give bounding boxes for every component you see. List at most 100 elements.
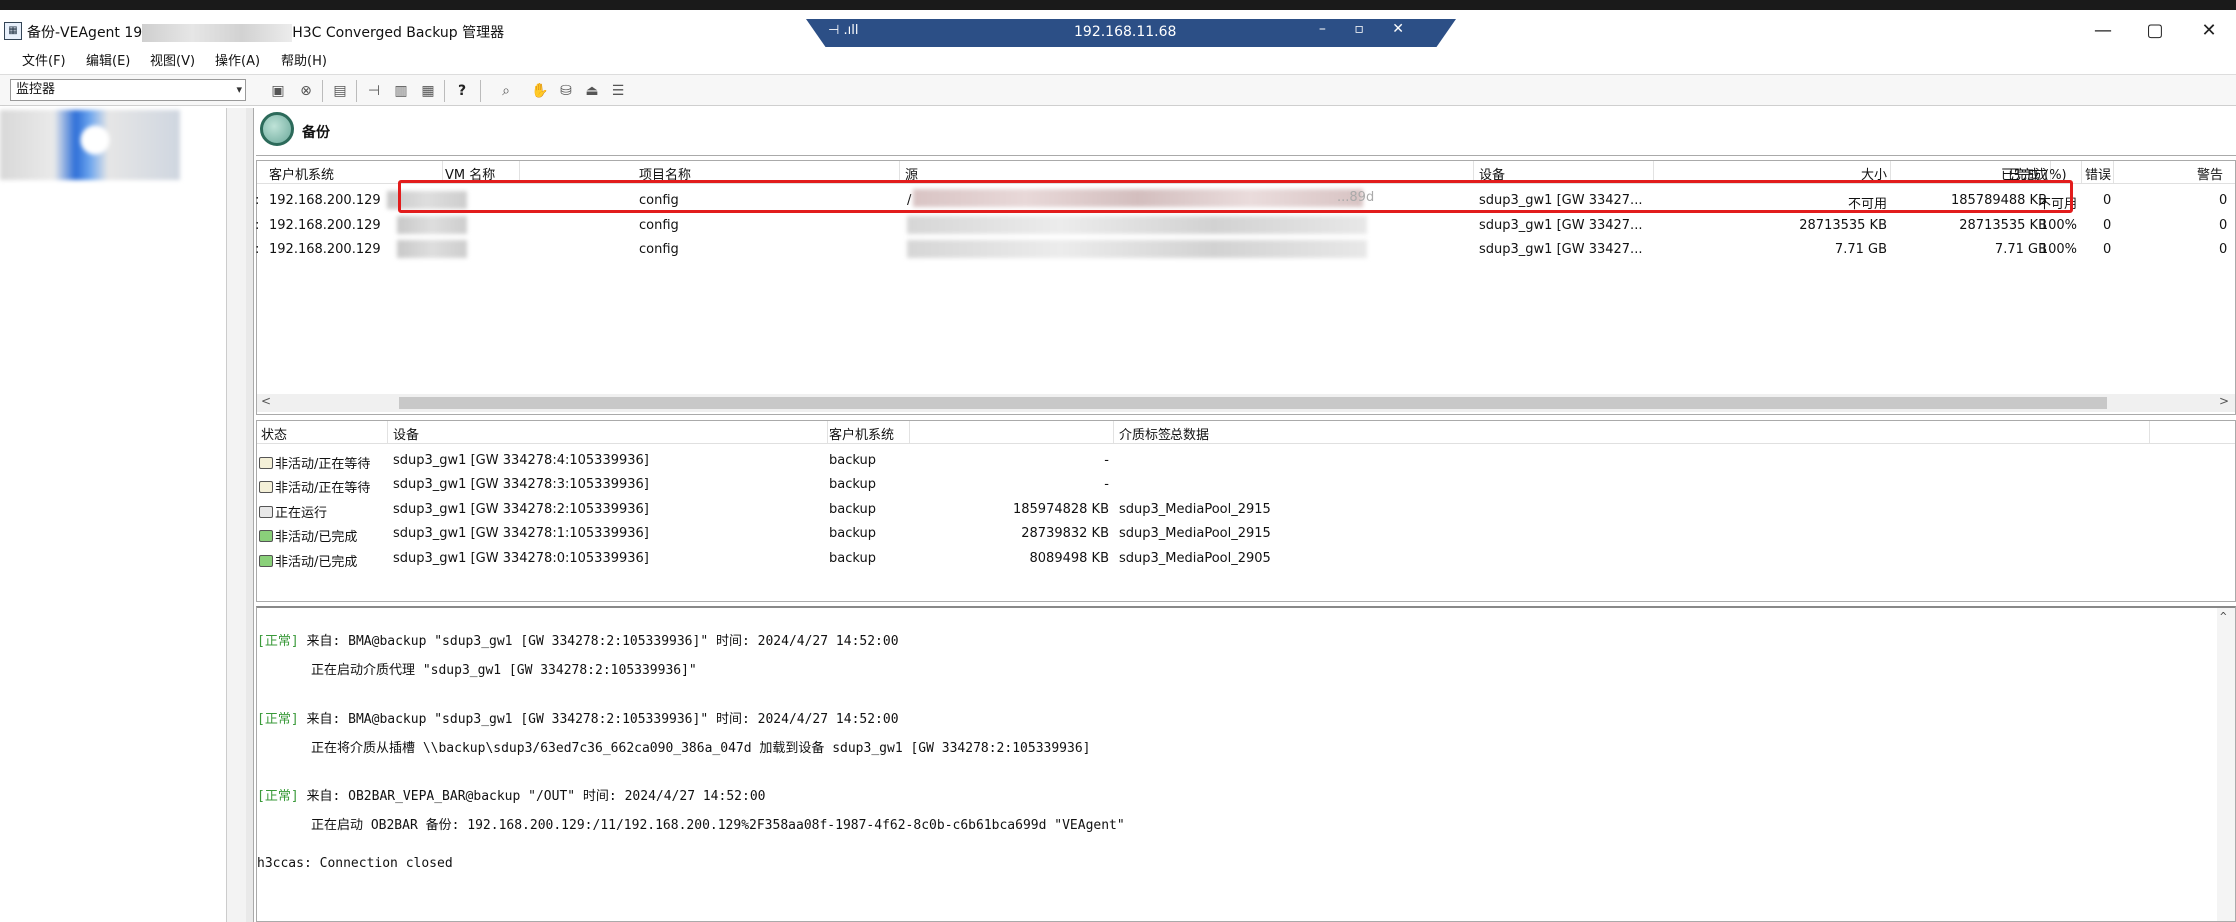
column-divider[interactable] <box>909 421 910 443</box>
column-header-client[interactable]: 客户机系统 <box>269 164 334 183</box>
log-source: 来自: BMA@backup "sdup3_gw1 [GW 334278:2:1… <box>298 634 899 649</box>
signal-icon[interactable]: ⊣ .ıll <box>828 23 858 38</box>
device-status[interactable]: 正在运行 <box>259 502 327 521</box>
source-redacted <box>907 240 1367 258</box>
pane-splitter[interactable] <box>246 108 254 922</box>
device-status-label: 非活动/已完成 <box>275 530 358 545</box>
maximize-button[interactable]: ▢ <box>2132 18 2178 44</box>
device-client[interactable]: backup <box>829 502 876 517</box>
session-warnings[interactable]: 0 <box>2219 242 2227 257</box>
device-media-label[interactable]: sdup3_MediaPool_2915 <box>1119 526 1271 541</box>
minimize-button[interactable]: — <box>2080 18 2126 44</box>
scroll-up-icon[interactable]: ^ <box>2220 610 2227 623</box>
session-warnings[interactable]: 0 <box>2219 218 2227 233</box>
column-header-media-label[interactable]: 介质标签 <box>1119 424 1171 443</box>
menu-actions[interactable]: 操作(A) <box>215 50 260 69</box>
device-media-label[interactable]: sdup3_MediaPool_2905 <box>1119 551 1271 566</box>
hand-icon[interactable]: ✋ <box>530 81 550 101</box>
column-header-errors[interactable]: 错误 <box>2085 164 2111 183</box>
scroll-right-icon[interactable]: > <box>2219 394 2229 408</box>
session-client[interactable]: 192.168.200.129 <box>269 193 381 208</box>
session-device[interactable]: sdup3_gw1 [GW 33427... <box>1479 242 1642 257</box>
session-size[interactable]: 7.71 GB <box>1757 242 1887 257</box>
device-name[interactable]: sdup3_gw1 [GW 334278:1:105339936] <box>393 526 649 541</box>
pin-icon[interactable]: ⊣ <box>364 81 384 101</box>
navigation-tree[interactable] <box>0 108 246 922</box>
vertical-scrollbar[interactable]: ^ <box>2217 608 2235 921</box>
device-status[interactable]: 非活动/已完成 <box>259 526 357 545</box>
session-errors[interactable]: 0 <box>2103 218 2111 233</box>
log-entry-body: 正在将介质从插槽 \\backup\sdup3/63ed7c36_662ca09… <box>311 741 1091 756</box>
eject-icon[interactable]: ⏏ <box>582 81 602 101</box>
device-status[interactable]: 非活动/正在等待 <box>259 477 370 496</box>
tape-icon[interactable]: ☰ <box>608 81 628 101</box>
device-client[interactable]: backup <box>829 526 876 541</box>
report-icon[interactable]: ▤ <box>330 81 350 101</box>
device-total[interactable]: 28739832 KB <box>1009 526 1109 541</box>
session-size[interactable]: 28713535 KB <box>1757 218 1887 233</box>
menu-file[interactable]: 文件(F) <box>22 50 66 69</box>
toolbar: 监控器 ▾ ▣ ⊗ ▤ ⊣ ▥ ▦ ? ⌕ ✋ ⛁ ⏏ ☰ <box>0 74 2236 106</box>
session-percent[interactable]: 100% <box>1997 218 2077 233</box>
device-total[interactable]: 185974828 KB <box>1009 502 1109 517</box>
menu-view[interactable]: 视图(V) <box>150 50 195 69</box>
menu-help[interactable]: 帮助(H) <box>281 50 327 69</box>
scroll-left-icon[interactable]: < <box>261 394 271 408</box>
remote-connection-bar[interactable]: ⊣ .ıll 192.168.11.68 – ▫ ✕ <box>806 19 1456 47</box>
menu-edit[interactable]: 编辑(E) <box>86 50 130 69</box>
device-media-label[interactable]: sdup3_MediaPool_2915 <box>1119 502 1271 517</box>
session-project[interactable]: config <box>639 218 679 233</box>
log-source: 来自: BMA@backup "sdup3_gw1 [GW 334278:2:1… <box>298 712 899 727</box>
device-total[interactable]: - <box>1009 477 1109 492</box>
log-source: 来自: OB2BAR_VEPA_BAR@backup "/OUT" 时间: 20… <box>298 789 766 804</box>
column-divider[interactable] <box>1113 421 1114 443</box>
message-log[interactable]: [正常] 来自: BMA@backup "sdup3_gw1 [GW 33427… <box>256 606 2236 922</box>
scrollbar-thumb[interactable] <box>399 397 2107 409</box>
column-divider[interactable] <box>2149 421 2150 443</box>
device-client[interactable]: backup <box>829 551 876 566</box>
tree-redacted <box>0 110 180 180</box>
save-icon[interactable]: ▣ <box>268 81 288 101</box>
column-header-device[interactable]: 设备 <box>393 424 419 443</box>
row-marker: : <box>255 193 260 208</box>
context-select[interactable]: 监控器 ▾ <box>10 79 246 101</box>
session-project[interactable]: config <box>639 242 679 257</box>
column-divider[interactable] <box>2113 161 2114 183</box>
column-header-warnings[interactable]: 警告 <box>2197 164 2223 183</box>
device-status-label: 非活动/正在等待 <box>275 481 371 496</box>
session-errors[interactable]: 0 <box>2103 193 2111 208</box>
horizontal-scrollbar[interactable]: < > <box>257 394 2235 412</box>
device-client[interactable]: backup <box>829 477 876 492</box>
stop-icon[interactable]: ⊗ <box>296 81 316 101</box>
device-total[interactable]: 8089498 KB <box>1009 551 1109 566</box>
device-name[interactable]: sdup3_gw1 [GW 334278:2:105339936] <box>393 502 649 517</box>
chevron-down-icon[interactable]: ▾ <box>236 80 242 100</box>
calendar-icon[interactable]: ▦ <box>418 81 438 101</box>
session-percent[interactable]: 100% <box>1997 242 2077 257</box>
device-name[interactable]: sdup3_gw1 [GW 334278:0:105339936] <box>393 551 649 566</box>
column-header-client[interactable]: 客户机系统 <box>829 424 894 443</box>
device-total[interactable]: - <box>1009 453 1109 468</box>
session-errors[interactable]: 0 <box>2103 242 2111 257</box>
zoom-icon[interactable]: ⌕ <box>496 81 516 101</box>
session-client[interactable]: 192.168.200.129 <box>269 242 381 257</box>
session-warnings[interactable]: 0 <box>2219 193 2227 208</box>
disk-icon[interactable]: ⛁ <box>556 81 576 101</box>
tree-scrollbar[interactable] <box>226 108 246 922</box>
column-header-status[interactable]: 状态 <box>261 424 287 443</box>
device-status[interactable]: 非活动/已完成 <box>259 551 357 570</box>
page-title: 备份 <box>302 125 330 141</box>
column-divider[interactable] <box>2081 161 2082 183</box>
session-device[interactable]: sdup3_gw1 [GW 33427... <box>1479 218 1642 233</box>
device-name[interactable]: sdup3_gw1 [GW 334278:4:105339936] <box>393 453 649 468</box>
session-client[interactable]: 192.168.200.129 <box>269 218 381 233</box>
device-client[interactable]: backup <box>829 453 876 468</box>
device-name[interactable]: sdup3_gw1 [GW 334278:3:105339936] <box>393 477 649 492</box>
close-button[interactable]: ✕ <box>2186 18 2232 44</box>
column-divider[interactable] <box>387 421 388 443</box>
list-icon[interactable]: ▥ <box>391 81 411 101</box>
remote-window-controls[interactable]: – ▫ ✕ <box>1319 21 1416 37</box>
column-divider[interactable] <box>827 421 828 443</box>
device-status[interactable]: 非活动/正在等待 <box>259 453 370 472</box>
help-icon[interactable]: ? <box>452 81 472 101</box>
